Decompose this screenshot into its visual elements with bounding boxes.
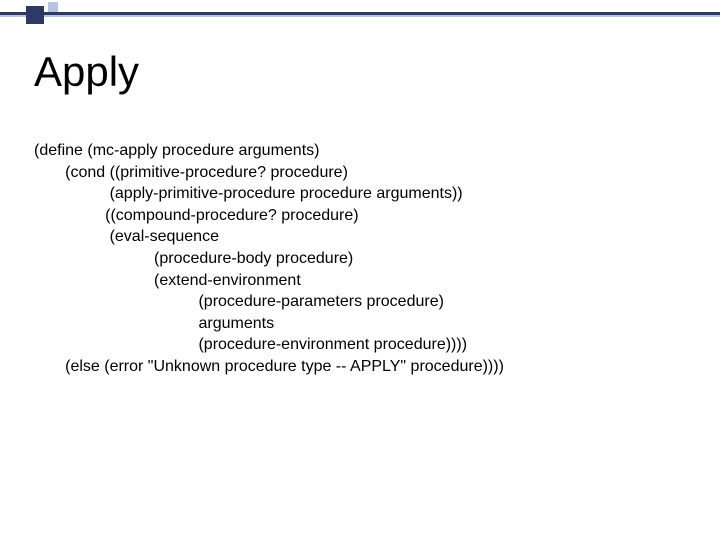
header-square-small <box>48 2 58 12</box>
slide-title: Apply <box>34 48 139 96</box>
code-line: (apply-primitive-procedure procedure arg… <box>34 185 463 202</box>
code-line: (define (mc-apply procedure arguments) <box>34 142 319 159</box>
code-line: (procedure-body procedure) <box>34 250 353 267</box>
code-line: (cond ((primitive-procedure? procedure) <box>34 164 348 181</box>
code-line: (procedure-parameters procedure) <box>34 293 444 310</box>
code-line: (extend-environment <box>34 272 301 289</box>
code-line: ((compound-procedure? procedure) <box>34 207 359 224</box>
code-line: arguments <box>34 315 274 332</box>
code-line: (else (error "Unknown procedure type -- … <box>34 358 504 375</box>
header-square-large <box>26 6 44 24</box>
code-line: (procedure-environment procedure)))) <box>34 336 467 353</box>
header-line-light <box>0 15 720 17</box>
code-block: (define (mc-apply procedure arguments) (… <box>34 140 504 378</box>
code-line: (eval-sequence <box>34 228 219 245</box>
slide: Apply (define (mc-apply procedure argume… <box>0 0 720 540</box>
header-decoration <box>0 0 720 28</box>
